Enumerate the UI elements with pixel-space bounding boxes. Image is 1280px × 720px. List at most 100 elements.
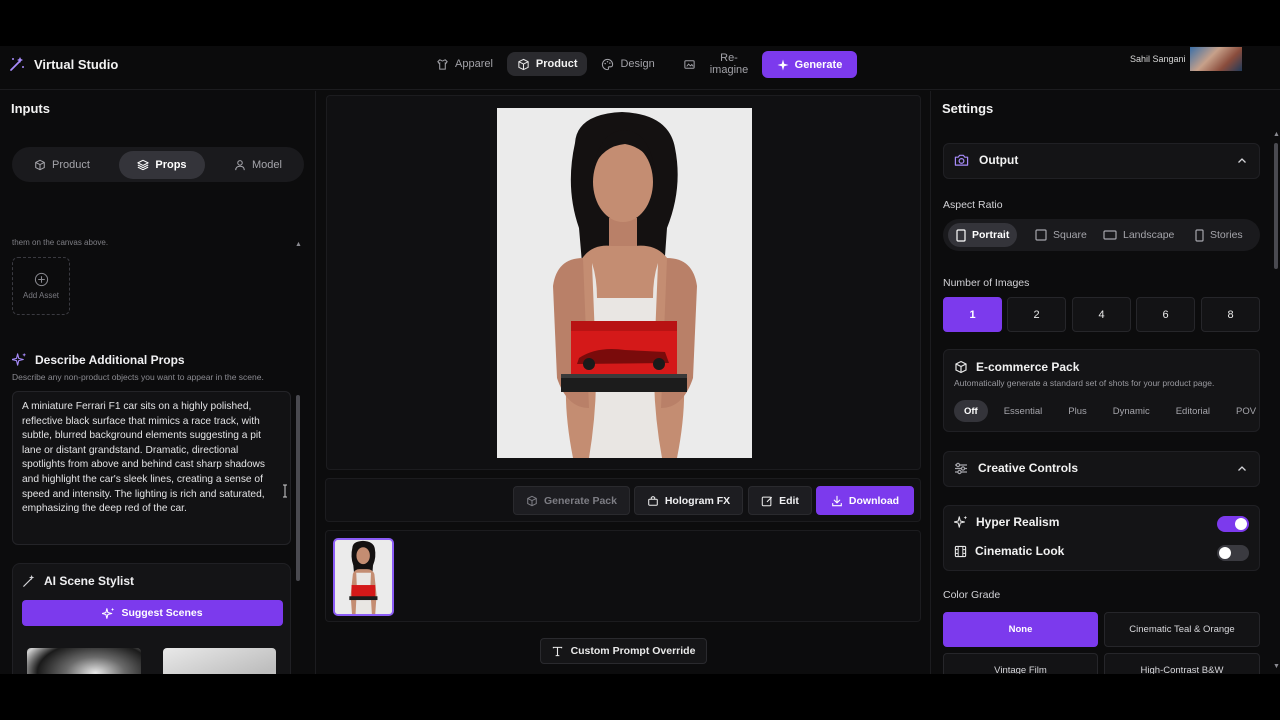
user-badge[interactable]: Sahil Sangani <box>1130 46 1242 72</box>
sparkle-icon <box>777 59 789 71</box>
add-asset-label: Add Asset <box>22 291 60 300</box>
realism-toggles-card: Hyper Realism Cinematic Look <box>943 505 1260 571</box>
pack-option[interactable]: Off <box>954 400 988 422</box>
tab-reimagine[interactable]: Re- imagine <box>669 52 759 76</box>
creative-controls-title: Creative Controls <box>954 461 1078 475</box>
props-description-textarea[interactable]: A miniature Ferrari F1 car sits on a hig… <box>12 391 291 545</box>
color-grade-option[interactable]: Cinematic Teal & Orange <box>1104 612 1260 647</box>
download-button[interactable]: Download <box>816 486 914 515</box>
settings-scrollbar[interactable]: ▲ ▼ <box>1273 131 1280 671</box>
brand-title: Virtual Studio <box>34 56 119 72</box>
color-grade-option[interactable]: High-Contrast B&W <box>1104 653 1260 674</box>
chevron-up-icon[interactable] <box>1237 156 1247 166</box>
aspect-option-landscape[interactable]: Landscape <box>1095 223 1182 247</box>
add-asset-button[interactable]: Add Asset <box>12 257 70 315</box>
brand[interactable]: Virtual Studio <box>8 55 118 73</box>
canvas-hint: them on the canvas above. <box>12 238 109 247</box>
ecommerce-pack-title: E-commerce Pack <box>954 360 1079 374</box>
aspect-option-stories[interactable]: Stories <box>1187 223 1251 247</box>
inputs-tab-product[interactable]: Product <box>16 151 108 179</box>
aspect-option-portrait[interactable]: Portrait <box>948 223 1018 247</box>
ecommerce-pack-subtitle: Automatically generate a standard set of… <box>954 378 1215 388</box>
generated-image[interactable] <box>497 108 752 458</box>
output-section-header[interactable]: Output <box>943 143 1260 179</box>
tab-apparel[interactable]: Apparel <box>426 52 503 76</box>
aspect-ratio-selector: Portrait Square Landscape Stories <box>943 219 1260 251</box>
aspect-option-label: Square <box>1053 229 1087 241</box>
color-grade-option[interactable]: Vintage Film <box>943 653 1098 674</box>
pack-option[interactable]: Dynamic <box>1103 400 1160 422</box>
inputs-tab-model[interactable]: Model <box>216 151 300 179</box>
cinematic-look-toggle[interactable] <box>1217 545 1249 561</box>
generate-button[interactable]: Generate <box>762 51 857 78</box>
tab-product-label: Product <box>535 58 578 70</box>
ecommerce-pack-title-text: E-commerce Pack <box>976 360 1080 374</box>
output-title-text: Output <box>979 153 1019 167</box>
mode-tabs: Apparel Product Design Re- imagine <box>426 52 758 76</box>
image-toolbar: Generate Pack Hologram FX Edit Download <box>325 478 921 522</box>
color-grade-label: Color Grade <box>943 589 1001 601</box>
inputs-scroll-area[interactable]: them on the canvas above. Add Asset Desc… <box>0 191 300 674</box>
tab-apparel-label: Apparel <box>455 58 493 70</box>
tab-product[interactable]: Product <box>506 52 588 76</box>
output-title: Output <box>954 153 1018 167</box>
image-count-option[interactable]: 8 <box>1201 297 1260 332</box>
ecommerce-pack-options: Off Essential Plus Dynamic Editorial POV <box>954 400 1272 422</box>
hologram-icon <box>647 495 659 507</box>
gallery-thumbnail[interactable] <box>333 538 394 616</box>
stories-icon <box>1195 228 1204 242</box>
ai-scene-stylist-card: AI Scene Stylist Suggest Scenes <box>12 563 291 674</box>
text-icon <box>552 646 563 657</box>
aspect-ratio-label: Aspect Ratio <box>943 199 1003 211</box>
inputs-tab-props[interactable]: Props <box>119 150 205 179</box>
shirt-icon <box>436 58 449 71</box>
settings-title: Settings <box>942 101 994 116</box>
box-icon <box>954 360 968 374</box>
hologram-fx-label: Hologram FX <box>664 494 731 507</box>
pack-option[interactable]: POV <box>1226 400 1266 422</box>
cinematic-look-label: Cinematic Look <box>975 544 1065 558</box>
edit-label: Edit <box>779 494 799 507</box>
props-subtitle: Describe any non-product objects you wan… <box>12 372 264 382</box>
ecommerce-pack-card: E-commerce Pack Automatically generate a… <box>943 349 1260 432</box>
color-grade-option[interactable]: None <box>943 612 1098 647</box>
pack-option[interactable]: Essential <box>994 400 1053 422</box>
chevron-up-icon[interactable] <box>1237 464 1247 474</box>
inputs-scroll-thumb[interactable] <box>296 395 300 581</box>
inputs-panel: Inputs Product Props Model them on the c… <box>0 91 316 674</box>
edit-button[interactable]: Edit <box>748 486 812 515</box>
scroll-down-icon: ▼ <box>1273 663 1280 670</box>
generate-pack-button[interactable]: Generate Pack <box>513 486 630 515</box>
sparkles-icon <box>102 607 115 620</box>
custom-prompt-override-button[interactable]: Custom Prompt Override <box>540 638 707 664</box>
app-window: Virtual Studio Apparel Product Design Re… <box>0 46 1280 674</box>
inputs-tab-model-label: Model <box>252 158 282 171</box>
landscape-icon <box>1103 230 1117 240</box>
props-title-text: Describe Additional Props <box>35 352 185 367</box>
image-count-option[interactable]: 6 <box>1136 297 1195 332</box>
scene-suggestion-thumbnail[interactable] <box>27 648 141 674</box>
toggle-knob <box>1235 518 1247 530</box>
hyper-realism-toggle[interactable] <box>1217 516 1249 532</box>
settings-scroll-thumb[interactable] <box>1274 143 1278 269</box>
image-count-option[interactable]: 2 <box>1007 297 1066 332</box>
download-label: Download <box>848 494 900 507</box>
image-gallery <box>325 530 921 622</box>
avatar <box>1189 47 1242 71</box>
edit-icon <box>761 495 773 507</box>
image-count-option[interactable]: 1 <box>943 297 1002 332</box>
aspect-option-square[interactable]: Square <box>1027 223 1095 247</box>
pack-option[interactable]: Plus <box>1058 400 1096 422</box>
box-icon <box>34 159 46 171</box>
tab-reimagine-label: Re- imagine <box>709 52 749 76</box>
scroll-up-icon: ▲ <box>295 241 302 248</box>
pack-option[interactable]: Editorial <box>1166 400 1220 422</box>
suggest-scenes-button[interactable]: Suggest Scenes <box>22 600 283 626</box>
creative-controls-header[interactable]: Creative Controls <box>943 451 1260 487</box>
image-count-option[interactable]: 4 <box>1072 297 1131 332</box>
tab-design[interactable]: Design <box>591 52 664 76</box>
hyper-realism-row: Hyper Realism <box>954 515 1059 529</box>
hologram-fx-button[interactable]: Hologram FX <box>634 486 743 515</box>
scene-suggestion-thumbnail[interactable] <box>163 648 276 674</box>
inputs-scrollbar[interactable]: ▲ ▼ <box>295 241 302 674</box>
